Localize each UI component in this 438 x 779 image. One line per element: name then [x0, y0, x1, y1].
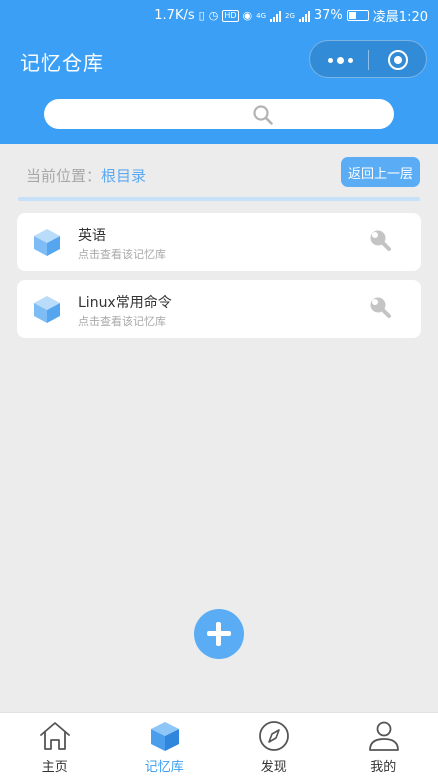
- close-miniapp-icon[interactable]: [388, 50, 408, 70]
- tab-repository[interactable]: 记忆库: [110, 713, 220, 779]
- vibrate-icon: ▯: [198, 8, 205, 22]
- wrench-icon[interactable]: [369, 229, 393, 257]
- location-prefix: 当前位置：: [26, 167, 102, 185]
- repo-subtitle: 点击查看该记忆库: [78, 248, 166, 261]
- signal-icon: [270, 10, 281, 22]
- tab-label: 主页: [41, 760, 68, 775]
- capsule-divider: [368, 50, 369, 70]
- divider: [18, 197, 420, 201]
- tab-label: 发现: [260, 760, 287, 775]
- location-current[interactable]: 根目录: [101, 167, 146, 185]
- network-type-2: 2G: [285, 11, 295, 20]
- repo-subtitle: 点击查看该记忆库: [78, 315, 166, 328]
- repo-item[interactable]: Linux常用命令 点击查看该记忆库: [17, 280, 421, 338]
- user-icon: [367, 720, 401, 756]
- home-icon: [38, 720, 72, 756]
- alarm-icon: ◷: [208, 8, 219, 22]
- repo-item[interactable]: 英语 点击查看该记忆库: [17, 213, 421, 271]
- page-title: 记忆仓库: [20, 51, 104, 75]
- search-input[interactable]: [44, 99, 394, 129]
- clock: 凌晨1:20: [372, 10, 428, 25]
- search-icon: [252, 104, 274, 130]
- repo-name: 英语: [78, 228, 106, 244]
- tab-home[interactable]: 主页: [0, 713, 110, 779]
- add-repo-button[interactable]: [194, 609, 244, 659]
- cube-icon: [32, 294, 62, 328]
- battery-icon: [346, 10, 369, 21]
- tab-mine[interactable]: 我的: [329, 713, 438, 779]
- miniapp-capsule: [309, 40, 427, 78]
- hd-badge: HD: [222, 9, 239, 22]
- cube-icon: [148, 720, 182, 756]
- network-speed: 1.7K/s: [154, 8, 195, 23]
- tab-discover[interactable]: 发现: [219, 713, 329, 779]
- battery-percent: 37%: [313, 8, 343, 23]
- compass-icon: [257, 720, 291, 756]
- tab-label: 我的: [370, 760, 397, 775]
- search-bar: [44, 99, 394, 129]
- repo-name: Linux常用命令: [78, 295, 172, 311]
- tab-label: 记忆库: [144, 760, 184, 775]
- signal-icon-2: [298, 10, 310, 22]
- tab-bar: 主页 记忆库 发现 我的: [0, 712, 438, 779]
- eye-icon: ◉: [242, 8, 253, 22]
- wrench-icon[interactable]: [369, 296, 393, 324]
- more-icon[interactable]: [324, 52, 356, 68]
- status-bar: 1.7K/s ▯ ◷ HD ◉ 4G 2G 37% 凌晨1:20: [0, 0, 438, 30]
- current-location: 当前位置：根目录: [26, 165, 146, 186]
- back-up-button[interactable]: 返回上一层: [341, 157, 420, 187]
- cube-icon: [32, 227, 62, 261]
- status-right: 1.7K/s ▯ ◷ HD ◉ 4G 2G 37% 凌晨1:20: [154, 6, 428, 25]
- network-type-1: 4G: [256, 11, 266, 20]
